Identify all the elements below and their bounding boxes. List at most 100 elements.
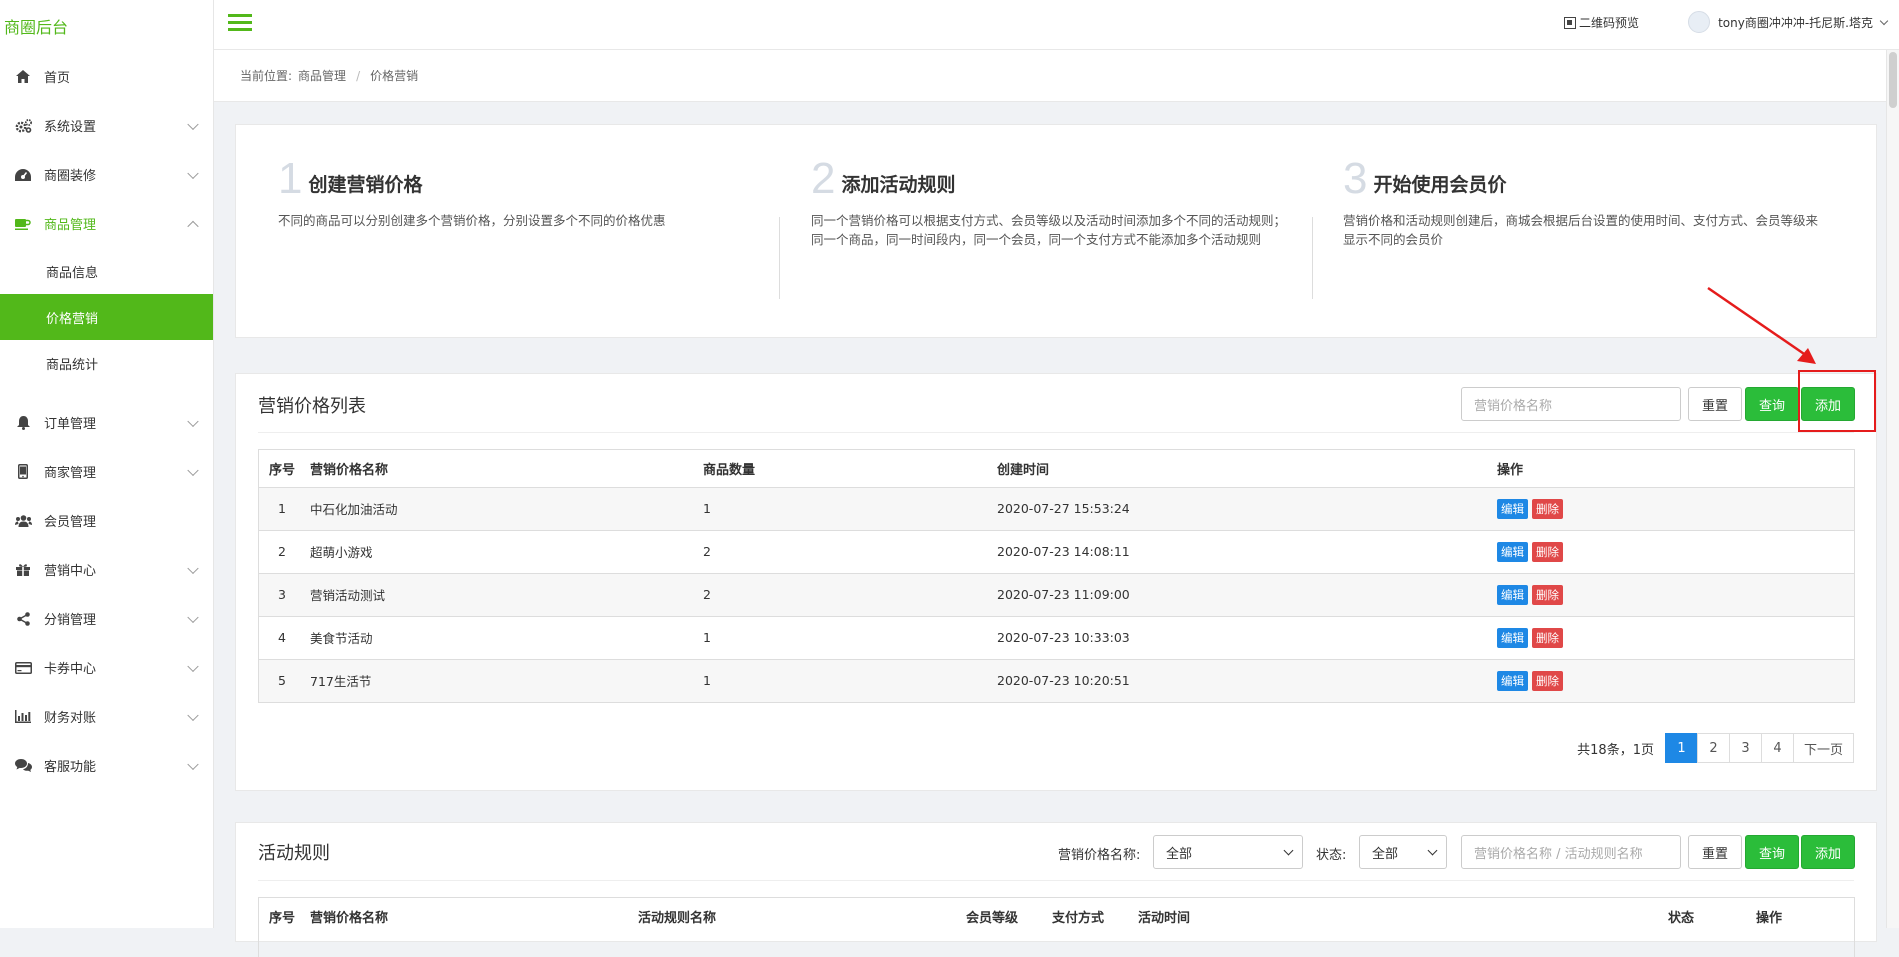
annotation-arrow bbox=[1707, 286, 1816, 364]
qr-preview-label: 二维码预览 bbox=[1578, 16, 1639, 30]
next-page-button[interactable]: 下一页 bbox=[1792, 733, 1854, 763]
step-number: 1 bbox=[278, 154, 303, 203]
cell-created: 2020-07-27 15:53:24 bbox=[997, 486, 1497, 530]
sidebar-item-orders[interactable]: 订单管理 bbox=[0, 398, 213, 447]
share-icon bbox=[14, 610, 32, 628]
sidebar-item-finance[interactable]: 财务对账 bbox=[0, 692, 213, 741]
cell-count: 2 bbox=[703, 529, 997, 573]
scrollbar-thumb[interactable] bbox=[1889, 52, 1897, 108]
rules-panel: 活动规则 营销价格名称: 全部 状态: 全部 营销价格名称 / 活动规则名称 重… bbox=[235, 822, 1877, 957]
query-button[interactable]: 查询 bbox=[1745, 835, 1799, 869]
price-table: 序号 营销价格名称 商品数量 创建时间 操作 1 中石化加油活动 1 2020-… bbox=[258, 449, 1855, 703]
step-1: 1 创建营销价格 不同的商品可以分别创建多个营销价格，分别设置多个不同的价格优惠 bbox=[278, 157, 698, 230]
delete-button[interactable]: 删除 bbox=[1532, 627, 1563, 648]
reset-button[interactable]: 重置 bbox=[1688, 835, 1742, 869]
table-row: 2 超萌小游戏 2 2020-07-23 14:08:11 编辑 删除 bbox=[259, 529, 1854, 573]
sidebar-item-decoration[interactable]: 商圈装修 bbox=[0, 150, 213, 199]
sidebar-item-label: 系统设置 bbox=[44, 120, 97, 135]
step-3: 3 开始使用会员价 营销价格和活动规则创建后，商城会根据后台设置的使用时间、支付… bbox=[1343, 157, 1823, 249]
search-input[interactable]: 营销价格名称 bbox=[1461, 387, 1681, 421]
cell-name: 美食节活动 bbox=[310, 615, 703, 659]
cell-name: 营销活动测试 bbox=[310, 572, 703, 616]
sidebar-subitem-product-info[interactable]: 商品信息 bbox=[0, 248, 213, 294]
divider bbox=[779, 217, 780, 299]
page-button[interactable]: 2 bbox=[1696, 733, 1730, 763]
annotation-highlight-box bbox=[1798, 370, 1876, 432]
add-rule-button[interactable]: 添加 bbox=[1801, 835, 1855, 869]
user-menu[interactable]: tony商圈冲冲冲-托尼斯.塔克 bbox=[1688, 11, 1889, 33]
cell-index: 2 bbox=[259, 529, 310, 573]
column-header: 营销价格名称 bbox=[310, 462, 389, 478]
select-value: 全部 bbox=[1166, 846, 1193, 862]
price-name-select[interactable]: 全部 bbox=[1153, 835, 1303, 869]
delete-button[interactable]: 删除 bbox=[1532, 541, 1563, 562]
rules-search-input[interactable]: 营销价格名称 / 活动规则名称 bbox=[1461, 835, 1681, 869]
step-number: 3 bbox=[1343, 154, 1368, 203]
edit-button[interactable]: 编辑 bbox=[1497, 670, 1528, 691]
edit-button[interactable]: 编辑 bbox=[1497, 584, 1528, 605]
page-button[interactable]: 1 bbox=[1664, 733, 1698, 763]
delete-button[interactable]: 删除 bbox=[1532, 498, 1563, 519]
scrollbar[interactable] bbox=[1886, 50, 1899, 928]
sidebar-item-label: 卡券中心 bbox=[44, 662, 97, 677]
column-header: 操作 bbox=[1756, 911, 1783, 926]
delete-button[interactable]: 删除 bbox=[1532, 670, 1563, 691]
sidebar-item-merchants[interactable]: 商家管理 bbox=[0, 447, 213, 496]
step-number: 2 bbox=[811, 154, 836, 203]
qr-preview-link[interactable]: 二维码预览 bbox=[1563, 14, 1639, 31]
chevron-down-icon bbox=[187, 709, 199, 721]
pagination-total: 共18条，1页 bbox=[1577, 742, 1654, 758]
cell-created: 2020-07-23 14:08:11 bbox=[997, 529, 1497, 573]
cell-count: 1 bbox=[703, 658, 997, 702]
select-value: 全部 bbox=[1372, 846, 1399, 862]
chevron-down-icon bbox=[1427, 845, 1438, 856]
column-header: 会员等级 bbox=[966, 911, 1019, 926]
chevron-down-icon bbox=[187, 758, 199, 770]
sidebar-item-members[interactable]: 会员管理 bbox=[0, 496, 213, 545]
status-select[interactable]: 全部 bbox=[1359, 835, 1447, 869]
page-button[interactable]: 3 bbox=[1728, 733, 1762, 763]
sidebar-item-label: 财务对账 bbox=[44, 711, 97, 726]
sidebar-item-system-settings[interactable]: 系统设置 bbox=[0, 101, 213, 150]
edit-button[interactable]: 编辑 bbox=[1497, 541, 1528, 562]
cell-index: 4 bbox=[259, 615, 310, 659]
sidebar-item-customer-service[interactable]: 客服功能 bbox=[0, 741, 213, 790]
bell-icon bbox=[14, 414, 32, 432]
brand-logo[interactable]: 商圈后台 bbox=[0, 0, 213, 52]
menu-toggle-icon[interactable] bbox=[228, 14, 252, 32]
chevron-down-icon bbox=[187, 611, 199, 623]
sidebar-item-coupon-center[interactable]: 卡券中心 bbox=[0, 643, 213, 692]
qrcode-icon bbox=[1563, 16, 1576, 29]
step-2: 2 添加活动规则 同一个营销价格可以根据支付方式、会员等级以及活动时间添加多个不… bbox=[811, 157, 1286, 249]
cell-created: 2020-07-23 10:33:03 bbox=[997, 615, 1497, 659]
step-description: 营销价格和活动规则创建后，商城会根据后台设置的使用时间、支付方式、会员等级来显示… bbox=[1343, 213, 1819, 247]
sidebar-subitem-product-stats[interactable]: 商品统计 bbox=[0, 340, 213, 386]
top-bar: 二维码预览 tony商圈冲冲冲-托尼斯.塔克 bbox=[214, 0, 1899, 50]
page-button[interactable]: 4 bbox=[1760, 733, 1794, 763]
reset-button[interactable]: 重置 bbox=[1688, 387, 1742, 421]
edit-button[interactable]: 编辑 bbox=[1497, 498, 1528, 519]
comments-icon bbox=[14, 757, 32, 775]
breadcrumb-separator: / bbox=[356, 68, 361, 83]
chevron-down-icon bbox=[187, 660, 199, 672]
sidebar-item-marketing-center[interactable]: 营销中心 bbox=[0, 545, 213, 594]
table-row: 1 中石化加油活动 1 2020-07-27 15:53:24 编辑 删除 bbox=[259, 486, 1854, 530]
sidebar-item-product-management[interactable]: 商品管理 bbox=[0, 199, 213, 248]
step-description: 同一个营销价格可以根据支付方式、会员等级以及活动时间添加多个不同的活动规则；同一… bbox=[811, 213, 1287, 247]
sidebar-item-home[interactable]: 首页 bbox=[0, 52, 213, 101]
step-title: 创建营销价格 bbox=[308, 174, 423, 196]
cell-created: 2020-07-23 11:09:00 bbox=[997, 572, 1497, 616]
breadcrumb-level1[interactable]: 商品管理 bbox=[298, 67, 346, 84]
rules-table: 序号 营销价格名称 活动规则名称 会员等级 支付方式 活动时间 状态 操作 bbox=[258, 897, 1855, 957]
edit-button[interactable]: 编辑 bbox=[1497, 627, 1528, 648]
table-header: 序号 营销价格名称 活动规则名称 会员等级 支付方式 活动时间 状态 操作 bbox=[259, 898, 1854, 935]
divider bbox=[1312, 217, 1313, 299]
delete-button[interactable]: 删除 bbox=[1532, 584, 1563, 605]
sidebar-item-distribution[interactable]: 分销管理 bbox=[0, 594, 213, 643]
chevron-down-icon bbox=[1879, 16, 1889, 25]
sidebar-subitem-price-marketing[interactable]: 价格营销 bbox=[0, 294, 213, 340]
steps-guide: 1 创建营销价格 不同的商品可以分别创建多个营销价格，分别设置多个不同的价格优惠… bbox=[235, 124, 1877, 338]
gears-icon bbox=[14, 117, 32, 135]
column-header: 支付方式 bbox=[1052, 911, 1105, 926]
query-button[interactable]: 查询 bbox=[1745, 387, 1799, 421]
